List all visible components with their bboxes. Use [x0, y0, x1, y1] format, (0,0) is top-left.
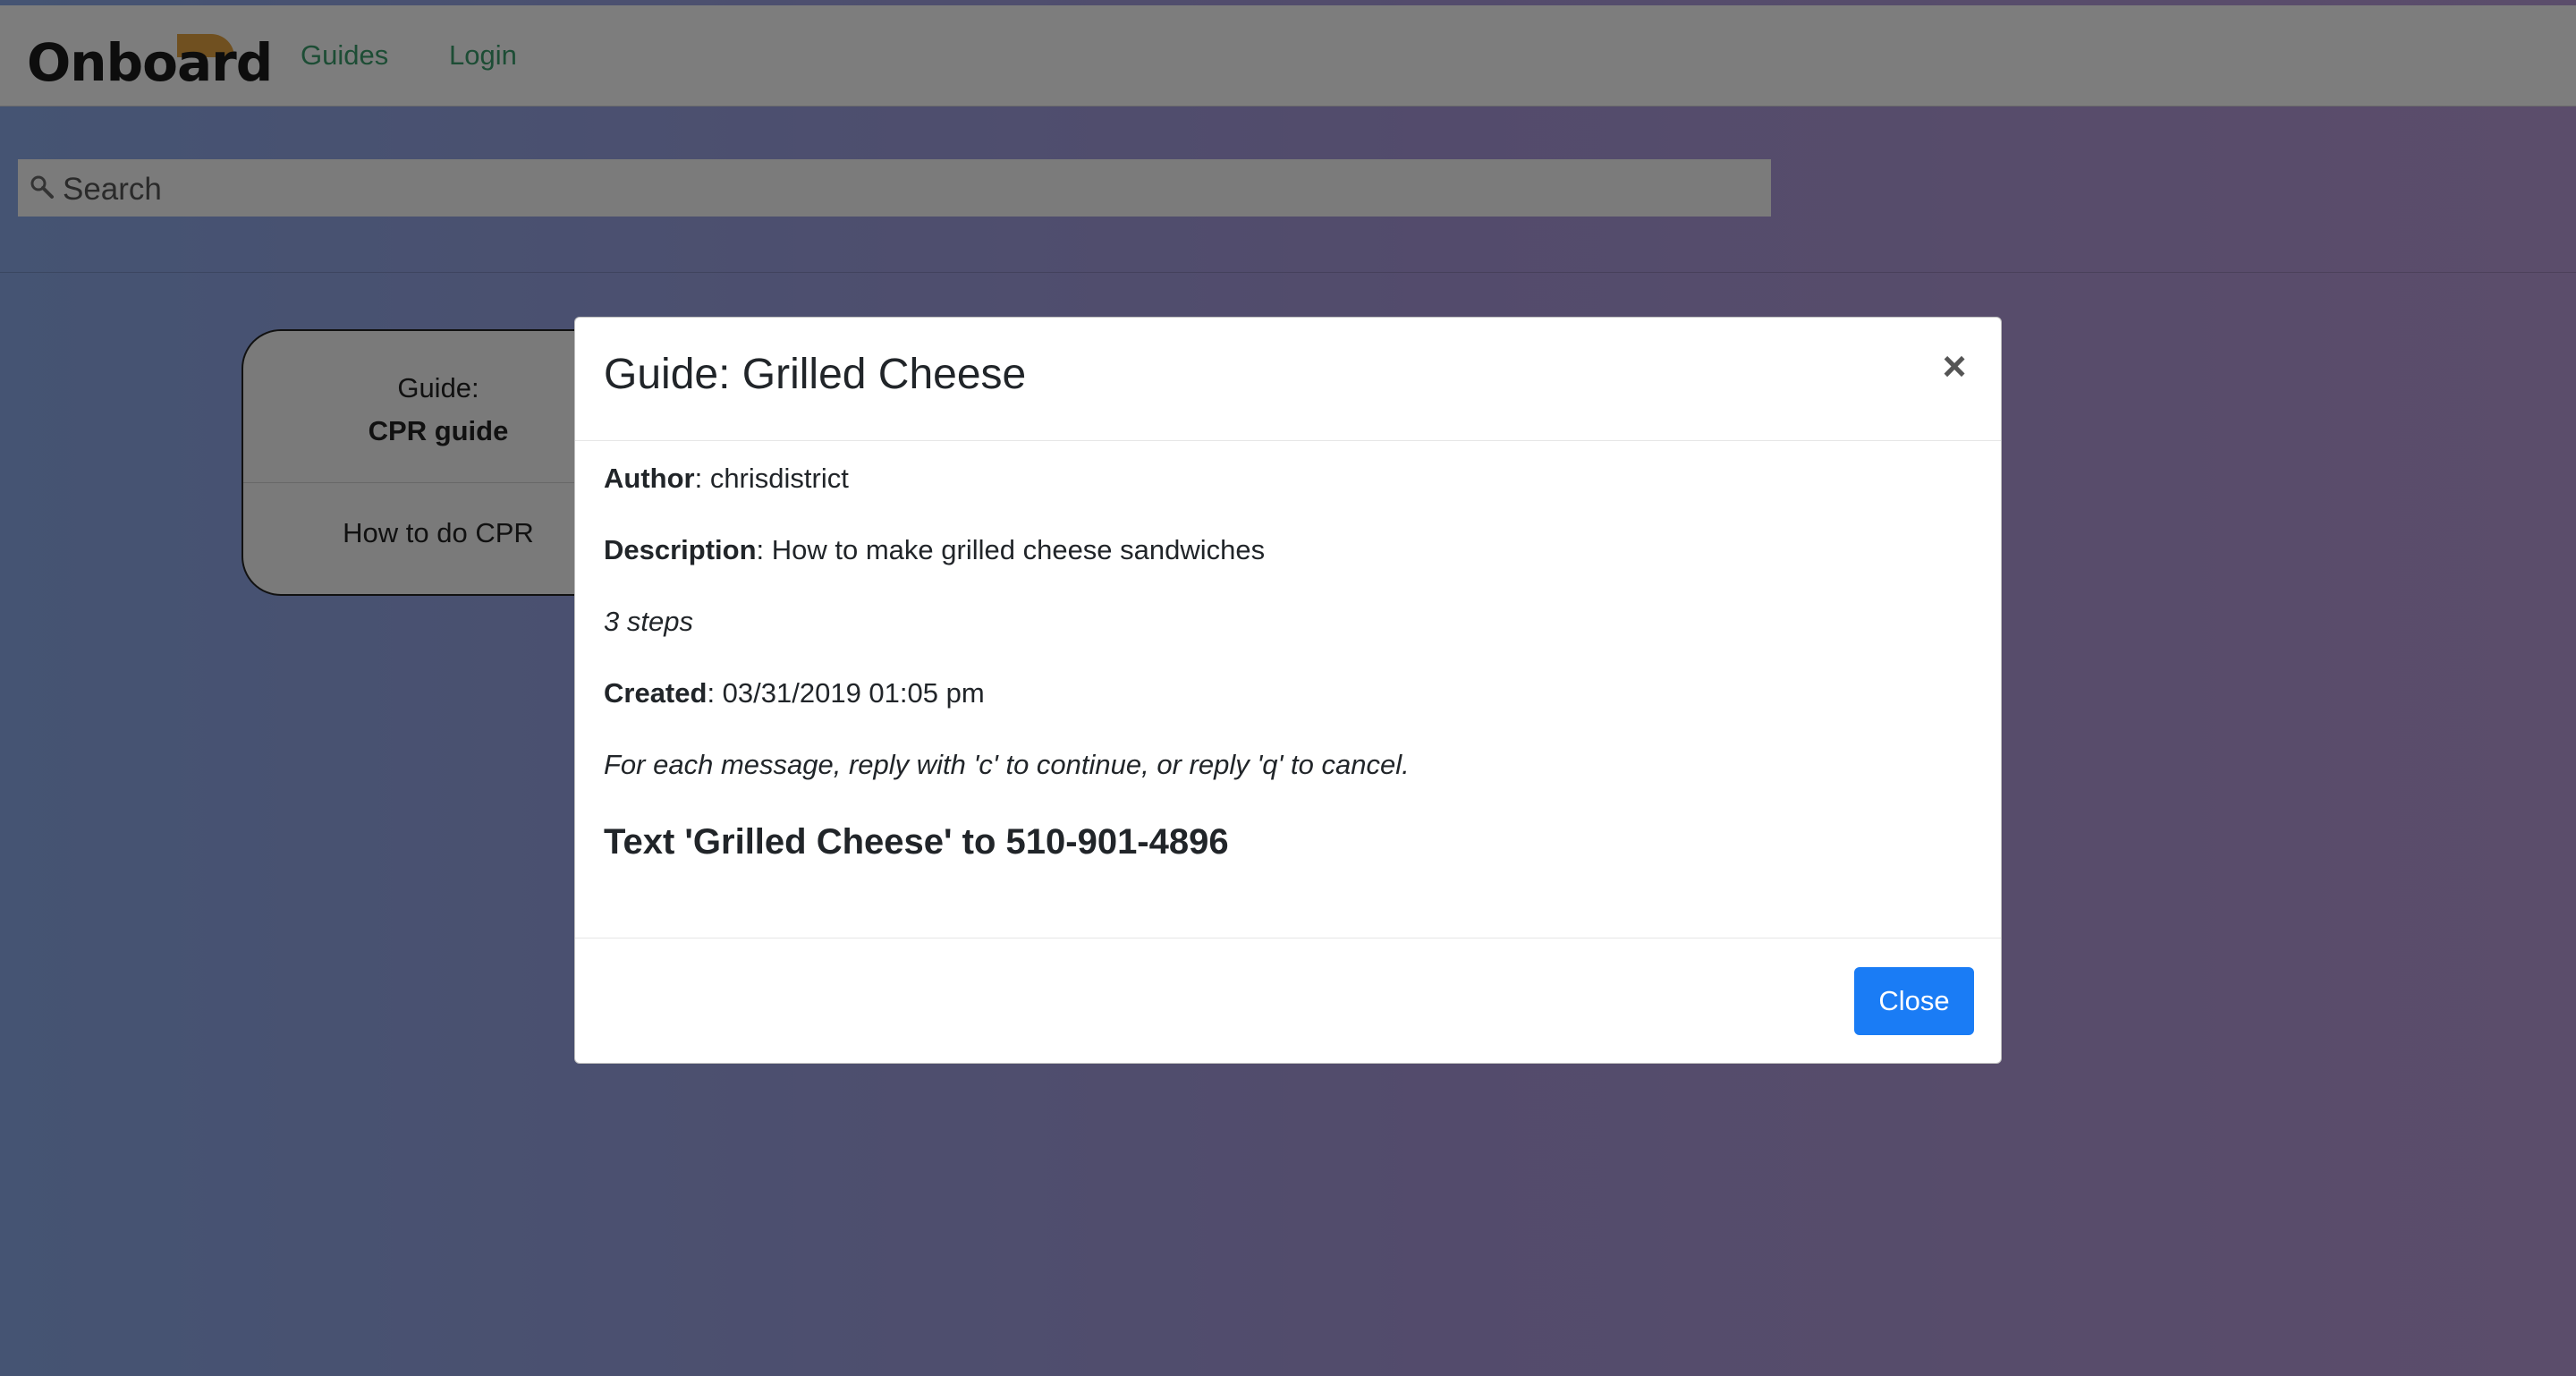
reply-instructions: For each message, reply with 'c' to cont… — [604, 749, 1410, 780]
steps-count: 3 steps — [604, 606, 693, 637]
description-line: Description: How to make grilled cheese … — [604, 534, 1963, 566]
author-line: Author: chrisdistrict — [604, 463, 1963, 495]
modal-body: Author: chrisdistrict Description: How t… — [604, 463, 1963, 863]
author-value: : chrisdistrict — [694, 463, 849, 494]
close-button[interactable]: Close — [1854, 967, 1974, 1035]
description-value: : How to make grilled cheese sandwiches — [756, 534, 1266, 565]
page: Onboard Guides Login Search Guide: CPR g… — [0, 0, 2576, 1376]
created-line: Created: 03/31/2019 01:05 pm — [604, 677, 1963, 709]
created-value: : 03/31/2019 01:05 pm — [707, 677, 985, 709]
sms-call-to-action: Text 'Grilled Cheese' to 510-901-4896 — [604, 822, 1229, 862]
created-label: Created — [604, 677, 708, 709]
modal-footer: Close — [575, 938, 2001, 1063]
author-label: Author — [604, 463, 695, 494]
description-label: Description — [604, 534, 757, 565]
close-icon[interactable]: × — [1935, 345, 1974, 386]
modal-header: Guide: Grilled Cheese × — [575, 318, 2001, 441]
guide-modal: Guide: Grilled Cheese × Author: chrisdis… — [574, 317, 2002, 1064]
modal-title: Guide: Grilled Cheese — [604, 351, 1027, 398]
